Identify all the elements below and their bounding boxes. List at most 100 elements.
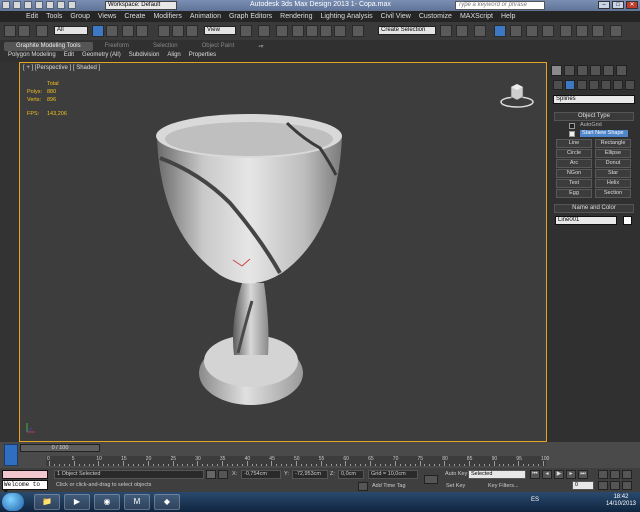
section-button[interactable]: Section — [595, 189, 631, 198]
previous-frame-icon[interactable]: ◂ — [542, 470, 552, 479]
display-tab-icon[interactable] — [603, 65, 614, 76]
shape-category-dropdown[interactable]: Splines — [553, 95, 635, 104]
menu-rendering[interactable]: Rendering — [280, 13, 312, 20]
menu-graph-editors[interactable]: Graph Editors — [229, 13, 272, 20]
language-indicator[interactable]: ES — [531, 497, 539, 503]
arc-button[interactable]: Arc — [556, 159, 592, 168]
geometry-icon[interactable] — [553, 80, 563, 90]
ngon-button[interactable]: NGon — [556, 169, 592, 178]
space-warps-icon[interactable] — [613, 80, 623, 90]
helix-button[interactable]: Helix — [595, 179, 631, 188]
menu-lighting-analysis[interactable]: Lighting Analysis — [320, 13, 372, 20]
start-new-shape-checkbox[interactable] — [569, 131, 575, 137]
utilities-tab-icon[interactable] — [616, 65, 627, 76]
reference-coordinate-dropdown[interactable]: View — [204, 26, 236, 35]
panel-edit[interactable]: Edit — [64, 52, 74, 58]
menu-create[interactable]: Create — [124, 13, 145, 20]
schematic-view-icon[interactable] — [526, 25, 538, 37]
star-button[interactable]: Star — [595, 169, 631, 178]
material-editor-icon[interactable] — [542, 25, 554, 37]
redo-icon[interactable] — [18, 25, 30, 37]
curve-editor-icon[interactable] — [510, 25, 522, 37]
select-manipulate-icon[interactable] — [258, 25, 270, 37]
menu-modifiers[interactable]: Modifiers — [153, 13, 181, 20]
z-coordinate-field[interactable]: 0,0cm — [338, 470, 364, 479]
tab-graphite-modeling-tools[interactable]: Graphite Modeling Tools — [4, 42, 93, 51]
render-production-icon[interactable] — [592, 25, 604, 37]
rectangular-selection-icon[interactable] — [122, 25, 134, 37]
circle-button[interactable]: Circle — [556, 149, 592, 158]
motion-tab-icon[interactable] — [590, 65, 601, 76]
align-icon[interactable] — [456, 25, 468, 37]
graphite-toggle-icon[interactable] — [494, 25, 506, 37]
redo-icon[interactable] — [57, 1, 65, 9]
selection-filter-dropdown[interactable]: All — [54, 26, 88, 35]
close-button[interactable]: ✕ — [626, 1, 638, 9]
snaps-toggle-icon[interactable] — [292, 25, 304, 37]
app-menu-icon[interactable] — [2, 1, 10, 9]
object-name-field[interactable]: Line001 — [555, 216, 617, 225]
select-link-icon[interactable] — [36, 25, 48, 37]
undo-icon[interactable] — [46, 1, 54, 9]
add-time-tag-button[interactable]: Add Time Tag — [372, 483, 406, 489]
viewcube-icon[interactable] — [500, 79, 534, 109]
hierarchy-tab-icon[interactable] — [577, 65, 588, 76]
menu-group[interactable]: Group — [70, 13, 89, 20]
open-file-icon[interactable] — [24, 1, 32, 9]
text-button[interactable]: Text — [556, 179, 592, 188]
zoom-icon[interactable] — [598, 470, 608, 479]
auto-key-button[interactable]: Auto Key — [445, 471, 467, 477]
systems-icon[interactable] — [625, 80, 635, 90]
spinner-snap-icon[interactable] — [334, 25, 346, 37]
egg-button[interactable]: Egg — [556, 189, 592, 198]
app-task-icon[interactable]: ◆ — [154, 494, 180, 510]
pan-view-icon[interactable] — [610, 481, 620, 490]
edit-named-selection-icon[interactable] — [352, 25, 364, 37]
explorer-task-icon[interactable]: 📁 — [34, 494, 60, 510]
rectangle-button[interactable]: Rectangle — [595, 139, 631, 148]
time-slider[interactable]: 0 / 100 — [20, 444, 100, 452]
move-icon[interactable] — [158, 25, 170, 37]
save-file-icon[interactable] — [35, 1, 43, 9]
rotate-icon[interactable] — [172, 25, 184, 37]
maximize-viewport-icon[interactable] — [622, 481, 632, 490]
menu-edit[interactable]: Edit — [26, 13, 38, 20]
rendered-frame-icon[interactable] — [576, 25, 588, 37]
cameras-icon[interactable] — [589, 80, 599, 90]
environment-icon[interactable] — [610, 25, 622, 37]
x-coordinate-field[interactable]: -0,754cm — [241, 470, 281, 479]
scale-icon[interactable] — [186, 25, 198, 37]
panel-polygon-modeling[interactable]: Polygon Modeling — [8, 52, 56, 58]
key-icon[interactable] — [424, 475, 438, 484]
undo-icon[interactable] — [4, 25, 16, 37]
keyboard-shortcut-icon[interactable] — [276, 25, 288, 37]
tab-object-paint[interactable]: Object Paint — [190, 42, 247, 51]
chrome-task-icon[interactable]: ◉ — [94, 494, 120, 510]
start-new-shape-button[interactable]: Start New Shape — [580, 130, 628, 137]
time-tag-icon[interactable] — [358, 482, 368, 491]
angle-snap-icon[interactable] — [306, 25, 318, 37]
zoom-extents-icon[interactable] — [622, 470, 632, 479]
absolute-mode-icon[interactable] — [218, 470, 228, 479]
3dsmax-task-icon[interactable]: M — [124, 494, 150, 510]
layer-manager-icon[interactable] — [474, 25, 486, 37]
key-mode-dropdown[interactable]: Selected — [468, 470, 526, 479]
named-selection-dropdown[interactable]: Create Selection — [378, 26, 436, 35]
panel-geometry-all[interactable]: Geometry (All) — [82, 52, 121, 58]
select-object-icon[interactable] — [92, 25, 104, 37]
helpers-icon[interactable] — [601, 80, 611, 90]
track-bar[interactable]: 0 5 10 15 20 25 30 35 40 45 50 55 60 65 70 75 80 85 90 95 10… — [46, 456, 549, 466]
maxscript-listener-output[interactable] — [2, 470, 48, 479]
name-and-color-rollout[interactable]: Name and Color — [554, 204, 634, 213]
viewport-label[interactable]: [ + ] [Perspective ] [ Shaded ] — [23, 65, 100, 71]
percent-snap-icon[interactable] — [320, 25, 332, 37]
field-of-view-icon[interactable] — [598, 481, 608, 490]
menu-help[interactable]: Help — [501, 13, 515, 20]
create-tab-icon[interactable] — [551, 65, 562, 76]
maximize-button[interactable]: □ — [612, 1, 624, 9]
maxscript-mini-listener[interactable]: Welcome to M — [2, 480, 48, 496]
menu-maxscript[interactable]: MAXScript — [460, 13, 493, 20]
search-input[interactable]: Type a keyword or phrase — [455, 1, 545, 10]
menu-views[interactable]: Views — [98, 13, 117, 20]
ellipse-button[interactable]: Ellipse — [595, 149, 631, 158]
